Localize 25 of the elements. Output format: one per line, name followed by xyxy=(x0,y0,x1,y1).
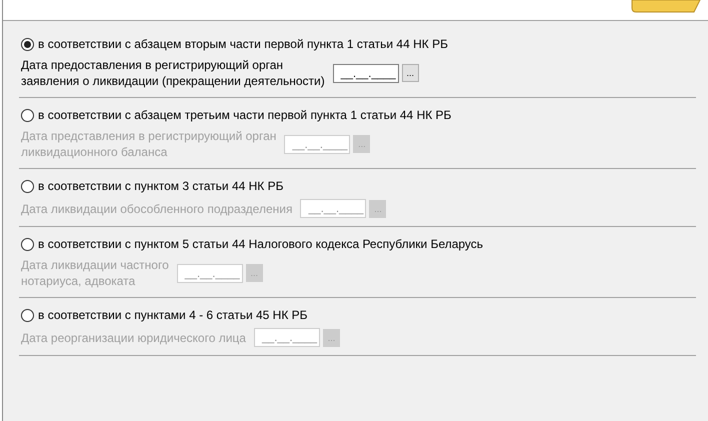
date-label: Дата предоставления в регистрирующий орган заявления о ликвидации (прекращении деятельности) xyxy=(21,57,325,89)
option-label[interactable]: в соответствии с пунктом 3 статьи 44 НК РБ xyxy=(38,179,284,193)
date-field[interactable]: __.__.____ xyxy=(332,64,399,82)
radio-button[interactable] xyxy=(21,238,34,250)
date-label: Дата ликвидации обособленного подразделения xyxy=(21,200,292,216)
option-label[interactable]: в соответствии с абзацем третьим части первой пункта 1 статьи 44 НК РБ xyxy=(38,108,452,122)
date-field[interactable]: __.__.____ xyxy=(300,199,366,218)
date-picker-button[interactable]: ... xyxy=(322,328,340,346)
date-picker-button[interactable]: ... xyxy=(402,64,419,82)
radio-button[interactable] xyxy=(21,38,34,50)
option-label[interactable]: в соответствии с пунктами 4 - 6 статьи 45 НК РБ xyxy=(38,308,308,322)
date-label: Дата представления в регистрирующий орган ликвидационного баланса xyxy=(21,128,276,160)
radio-button[interactable] xyxy=(21,108,34,122)
radio-button[interactable] xyxy=(21,308,34,322)
date-field[interactable]: __.__.____ xyxy=(254,328,320,347)
option-label[interactable]: в соответствии с пунктом 5 статьи 44 Налогового кодекса Республики Беларусь xyxy=(38,237,484,251)
date-picker-button[interactable]: ... xyxy=(369,200,386,218)
date-field[interactable]: __.__.____ xyxy=(284,134,350,154)
date-field[interactable]: __.__.____ xyxy=(176,264,243,282)
date-picker-button[interactable]: ... xyxy=(353,135,370,153)
date-picker-button[interactable]: ... xyxy=(246,264,263,282)
date-label: Дата реорганизации юридического лица xyxy=(21,330,246,346)
date-label: Дата ликвидации частного нотариуса, адвоката xyxy=(21,257,169,289)
radio-button[interactable] xyxy=(21,180,34,192)
option-label[interactable]: в соответствии с абзацем вторым части первой пункта 1 статьи 44 НК РБ xyxy=(38,37,448,51)
